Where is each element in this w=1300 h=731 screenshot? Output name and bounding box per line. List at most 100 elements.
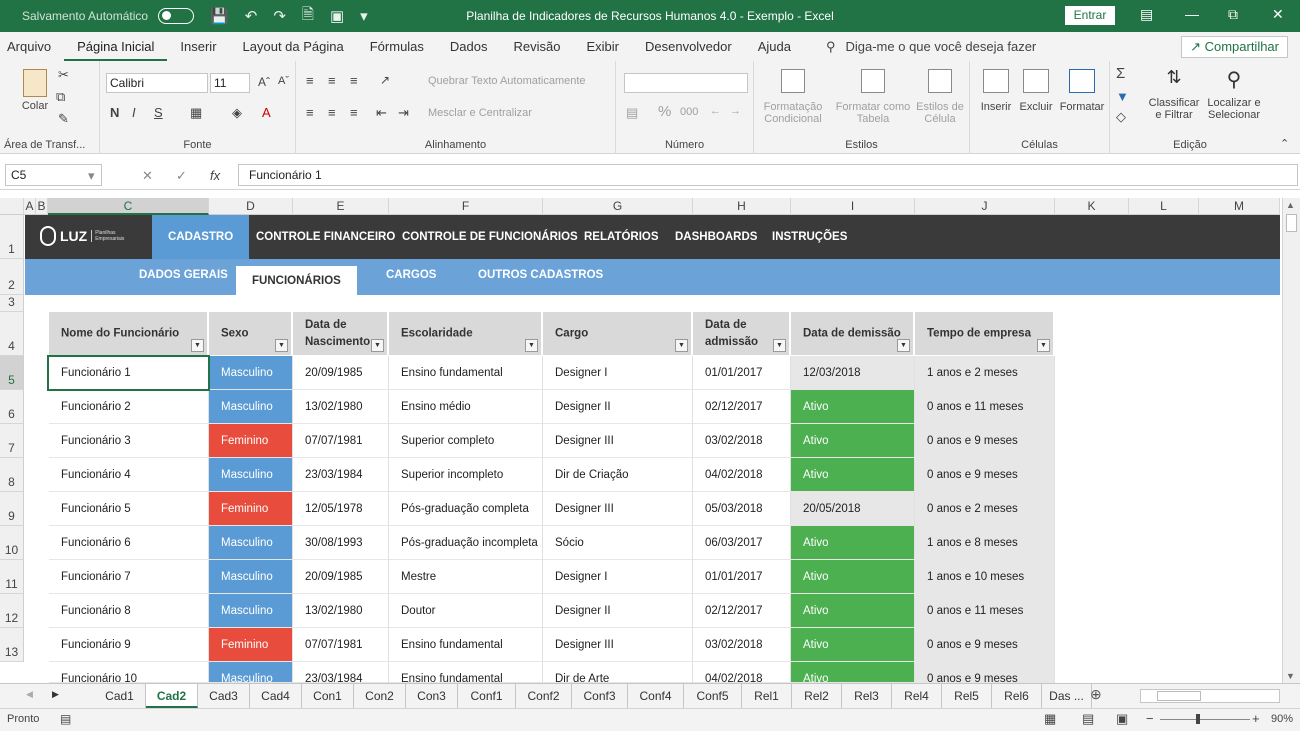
insert-cells-button[interactable]: Inserir (976, 69, 1016, 113)
cell-cargo[interactable]: Dir de Arte (543, 662, 693, 683)
cut-icon[interactable]: ✂ (58, 67, 69, 83)
cell-escolaridade[interactable]: Mestre (389, 560, 543, 594)
cell-nascimento[interactable]: 20/09/1985 (293, 356, 389, 390)
cell-escolaridade[interactable]: Doutor (389, 594, 543, 628)
new-sheet-icon[interactable]: ⊕ (1090, 686, 1102, 703)
cell-nascimento[interactable]: 20/09/1985 (293, 560, 389, 594)
column-header[interactable]: K (1055, 198, 1129, 215)
sheet-tab[interactable]: Cad3 (198, 684, 250, 708)
sheet-tab[interactable]: Rel4 (892, 684, 942, 708)
align-middle-icon[interactable]: ≡ (328, 73, 336, 88)
cell-nome[interactable]: Funcionário 5 (49, 492, 209, 526)
cell-nome[interactable]: Funcionário 4 (49, 458, 209, 492)
autosum-icon[interactable]: Σ (1116, 65, 1125, 82)
filter-dropdown-icon[interactable]: ▼ (1037, 339, 1050, 352)
cell-nome[interactable]: Funcionário 2 (49, 390, 209, 424)
grow-font-icon[interactable]: Aˆ (258, 75, 270, 89)
clear-icon[interactable]: ◇ (1116, 109, 1126, 125)
cell-sexo[interactable]: Masculino (209, 594, 293, 628)
sheet-tab[interactable]: Rel1 (742, 684, 792, 708)
cell-demissao[interactable]: Ativo (791, 662, 915, 683)
prev-sheet-icon[interactable]: ◀ (26, 689, 33, 700)
restore-icon[interactable]: ⧉ (1228, 6, 1238, 23)
subnav-dados-gerais[interactable]: DADOS GERAIS (139, 269, 228, 281)
cell-escolaridade[interactable]: Superior incompleto (389, 458, 543, 492)
row-header[interactable]: 3 (0, 295, 24, 312)
zoom-slider-thumb[interactable] (1196, 714, 1200, 724)
format-as-table-button[interactable]: Formatar como Tabela (832, 69, 914, 125)
column-header[interactable]: G (543, 198, 693, 215)
tab-arquivo[interactable]: Arquivo (0, 32, 64, 61)
align-left-icon[interactable]: ≡ (306, 105, 314, 120)
tab-layout[interactable]: Layout da Página (230, 32, 357, 61)
row-header[interactable]: 12 (0, 594, 24, 628)
cell-nascimento[interactable]: 13/02/1980 (293, 594, 389, 628)
font-size-combo[interactable]: 11 (210, 73, 250, 93)
normal-view-icon[interactable]: ▦ (1044, 711, 1056, 727)
zoom-out-icon[interactable]: − (1146, 711, 1154, 726)
cell-nascimento[interactable]: 07/07/1981 (293, 628, 389, 662)
cell-styles-button[interactable]: Estilos de Célula (912, 69, 968, 125)
row-header[interactable]: 7 (0, 424, 24, 458)
cell-sexo[interactable]: Feminino (209, 424, 293, 458)
nav-dashboards[interactable]: DASHBOARDS (675, 215, 757, 259)
cell-cargo[interactable]: Designer III (543, 424, 693, 458)
cell-sexo[interactable]: Masculino (209, 458, 293, 492)
align-right-icon[interactable]: ≡ (350, 105, 358, 120)
cell-demissao[interactable]: Ativo (791, 560, 915, 594)
italic-button[interactable]: I (132, 105, 136, 120)
cell-demissao[interactable]: Ativo (791, 594, 915, 628)
cell-tempo[interactable]: 0 anos e 9 meses (915, 662, 1055, 683)
nav-cadastro[interactable]: CADASTRO (152, 215, 250, 259)
cell-nome[interactable]: Funcionário 3 (49, 424, 209, 458)
decrease-indent-icon[interactable]: ⇤ (376, 105, 387, 121)
row-header[interactable]: 4 (0, 312, 24, 356)
macro-record-icon[interactable]: ▤ (60, 712, 71, 726)
subnav-funcionarios[interactable]: FUNCIONÁRIOS (236, 266, 357, 295)
column-header[interactable]: C (48, 198, 209, 215)
column-header[interactable]: F (389, 198, 543, 215)
cancel-icon[interactable]: ✕ (142, 168, 153, 184)
sheet-tab[interactable]: Das ... (1042, 684, 1092, 708)
align-bottom-icon[interactable]: ≡ (350, 73, 358, 88)
redo-icon[interactable]: ↷ (273, 7, 286, 25)
bold-button[interactable]: N (110, 105, 119, 120)
column-header[interactable]: A (24, 198, 36, 215)
cell-cargo[interactable]: Designer I (543, 356, 693, 390)
delete-cells-button[interactable]: Excluir (1016, 69, 1056, 113)
sheet-tab[interactable]: Conf2 (516, 684, 572, 708)
cell-admissao[interactable]: 05/03/2018 (693, 492, 791, 526)
cell-tempo[interactable]: 1 anos e 2 meses (915, 356, 1055, 390)
sheet-tab[interactable]: Conf3 (572, 684, 628, 708)
cell-nome[interactable]: Funcionário 9 (49, 628, 209, 662)
underline-button[interactable]: S (154, 105, 163, 120)
row-header[interactable]: 11 (0, 560, 24, 594)
page-break-icon[interactable]: ▣ (1116, 711, 1128, 727)
customize-qat-icon[interactable]: ▾ (360, 7, 368, 25)
cell-admissao[interactable]: 01/01/2017 (693, 560, 791, 594)
tab-desenvolvedor[interactable]: Desenvolvedor (632, 32, 745, 61)
next-sheet-icon[interactable]: ▶ (52, 689, 59, 700)
camera-icon[interactable]: ▣ (330, 7, 344, 25)
format-cells-button[interactable]: Formatar (1058, 69, 1106, 113)
name-box-dropdown-icon[interactable]: ▾ (88, 168, 95, 184)
filter-dropdown-icon[interactable]: ▼ (897, 339, 910, 352)
cell-cargo[interactable]: Dir de Criação (543, 458, 693, 492)
sheet-tab[interactable]: Conf1 (458, 684, 516, 708)
cell-admissao[interactable]: 04/02/2018 (693, 662, 791, 683)
cell-tempo[interactable]: 1 anos e 10 meses (915, 560, 1055, 594)
decrease-decimal-icon[interactable]: → (730, 105, 741, 117)
row-header[interactable]: 1 (0, 215, 24, 259)
cell-escolaridade[interactable]: Ensino fundamental (389, 356, 543, 390)
cell-demissao[interactable]: Ativo (791, 390, 915, 424)
format-painter-icon[interactable]: ✎ (58, 111, 69, 127)
cell-tempo[interactable]: 1 anos e 8 meses (915, 526, 1055, 560)
increase-indent-icon[interactable]: ⇥ (398, 105, 409, 121)
cell-admissao[interactable]: 01/01/2017 (693, 356, 791, 390)
row-header[interactable]: 8 (0, 458, 24, 492)
scroll-down-icon[interactable]: ▼ (1286, 671, 1295, 681)
sheet-tab[interactable]: Cad2 (146, 684, 198, 708)
column-header[interactable]: L (1129, 198, 1199, 215)
cell-admissao[interactable]: 02/12/2017 (693, 594, 791, 628)
cell-escolaridade[interactable]: Ensino fundamental (389, 662, 543, 683)
